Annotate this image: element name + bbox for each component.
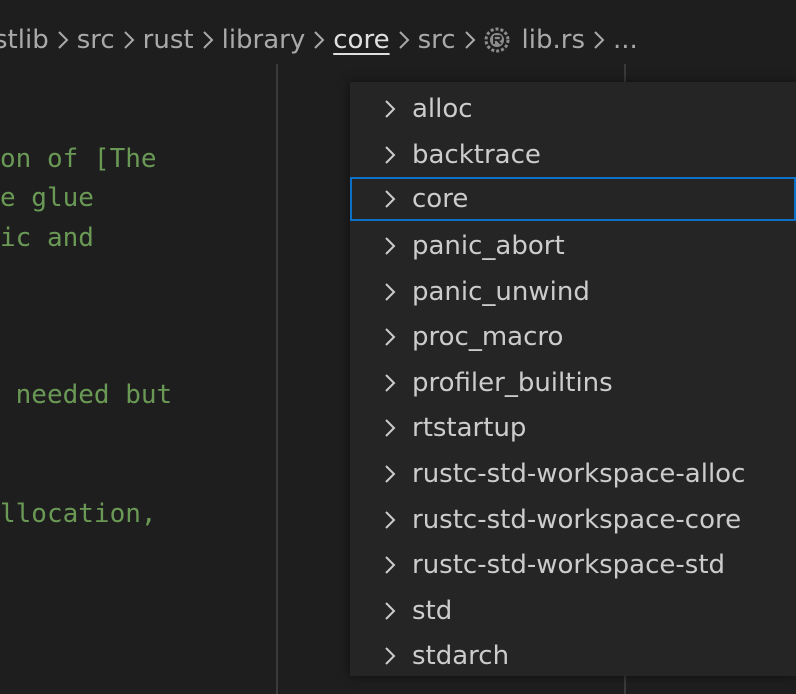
dropdown-item-backtrace[interactable]: backtrace [350,133,796,177]
dropdown-item-label: stdarch [412,641,510,671]
breadcrumb-label: rust [142,25,194,55]
dropdown-item-label: rustc-std-workspace-std [412,550,726,580]
dropdown-item-stdarch[interactable]: stdarch [350,634,796,678]
breadcrumb-label: ... [613,25,638,55]
code-line: ic and [0,223,94,253]
chevron-right-icon [384,270,404,314]
dropdown-item-core[interactable]: core [350,177,796,221]
dropdown-item-label: rustc-std-workspace-core [412,505,742,535]
breadcrumb-item-more[interactable]: ... [613,25,638,55]
chevron-right-icon [384,406,404,450]
dropdown-item-proc-macro[interactable]: proc_macro [350,315,796,359]
chevron-right-icon [384,589,404,633]
breadcrumb: stlib src rust library core src lib.rs .… [0,16,796,64]
breadcrumb-label: library [221,25,306,55]
dropdown-item-label: rtstartup [412,413,527,443]
chevron-right-icon [384,452,404,496]
dropdown-item-label: std [412,596,453,626]
chevron-right-icon [49,16,77,64]
chevron-right-icon [384,177,404,221]
dropdown-item-rustc-std-workspace-alloc[interactable]: rustc-std-workspace-alloc [350,452,796,496]
title-strip [0,0,796,16]
breadcrumb-item-library[interactable]: library [222,25,306,55]
dropdown-item-label: rustc-std-workspace-alloc [412,459,746,489]
indent-guide [276,64,278,694]
breadcrumb-item-src[interactable]: src [77,25,115,55]
breadcrumb-dropdown[interactable]: alloc backtrace core panic_abort panic_u… [350,82,796,676]
dropdown-item-rtstartup[interactable]: rtstartup [350,406,796,450]
rust-file-icon [484,27,510,53]
chevron-right-icon [305,16,333,64]
chevron-right-icon [384,543,404,587]
chevron-right-icon [384,224,404,268]
code-line: needed but [0,380,173,410]
chevron-right-icon [585,16,613,64]
breadcrumb-item-core[interactable]: core [333,25,389,55]
dropdown-item-panic-unwind[interactable]: panic_unwind [350,270,796,314]
chevron-right-icon [384,87,404,131]
breadcrumb-label: src [417,25,456,55]
breadcrumb-label: lib.rs [521,25,585,55]
dropdown-item-std[interactable]: std [350,589,796,633]
dropdown-item-alloc[interactable]: alloc [350,87,796,131]
chevron-right-icon [384,498,404,542]
dropdown-item-rustc-std-workspace-std[interactable]: rustc-std-workspace-std [350,543,796,587]
dropdown-item-panic-abort[interactable]: panic_abort [350,224,796,268]
breadcrumb-label: core [333,25,390,55]
breadcrumb-label: src [76,25,115,55]
dropdown-item-rustc-std-workspace-core[interactable]: rustc-std-workspace-core [350,498,796,542]
chevron-right-icon [115,16,143,64]
dropdown-item-label: core [412,184,469,214]
chevron-right-icon [384,634,404,678]
breadcrumb-item-stlib[interactable]: stlib [0,25,49,55]
chevron-right-icon [390,16,418,64]
code-line: llocation, [0,499,157,529]
dropdown-item-label: backtrace [412,140,541,170]
code-line: e glue [0,183,94,213]
dropdown-item-label: panic_abort [412,231,565,261]
breadcrumb-item-rust[interactable]: rust [143,25,194,55]
dropdown-item-label: proc_macro [412,322,564,352]
breadcrumb-item-lib-rs[interactable]: lib.rs [484,25,585,55]
dropdown-item-label: profiler_builtins [412,368,613,398]
dropdown-item-label: alloc [412,94,473,124]
breadcrumb-item-src-2[interactable]: src [418,25,456,55]
chevron-right-icon [384,315,404,359]
chevron-right-icon [384,133,404,177]
dropdown-item-profiler-builtins[interactable]: profiler_builtins [350,361,796,405]
chevron-right-icon [194,16,222,64]
dropdown-item-label: panic_unwind [412,277,590,307]
code-line: on of [The [0,144,157,174]
breadcrumb-label: stlib [0,25,49,55]
chevron-right-icon [456,16,484,64]
chevron-right-icon [384,361,404,405]
